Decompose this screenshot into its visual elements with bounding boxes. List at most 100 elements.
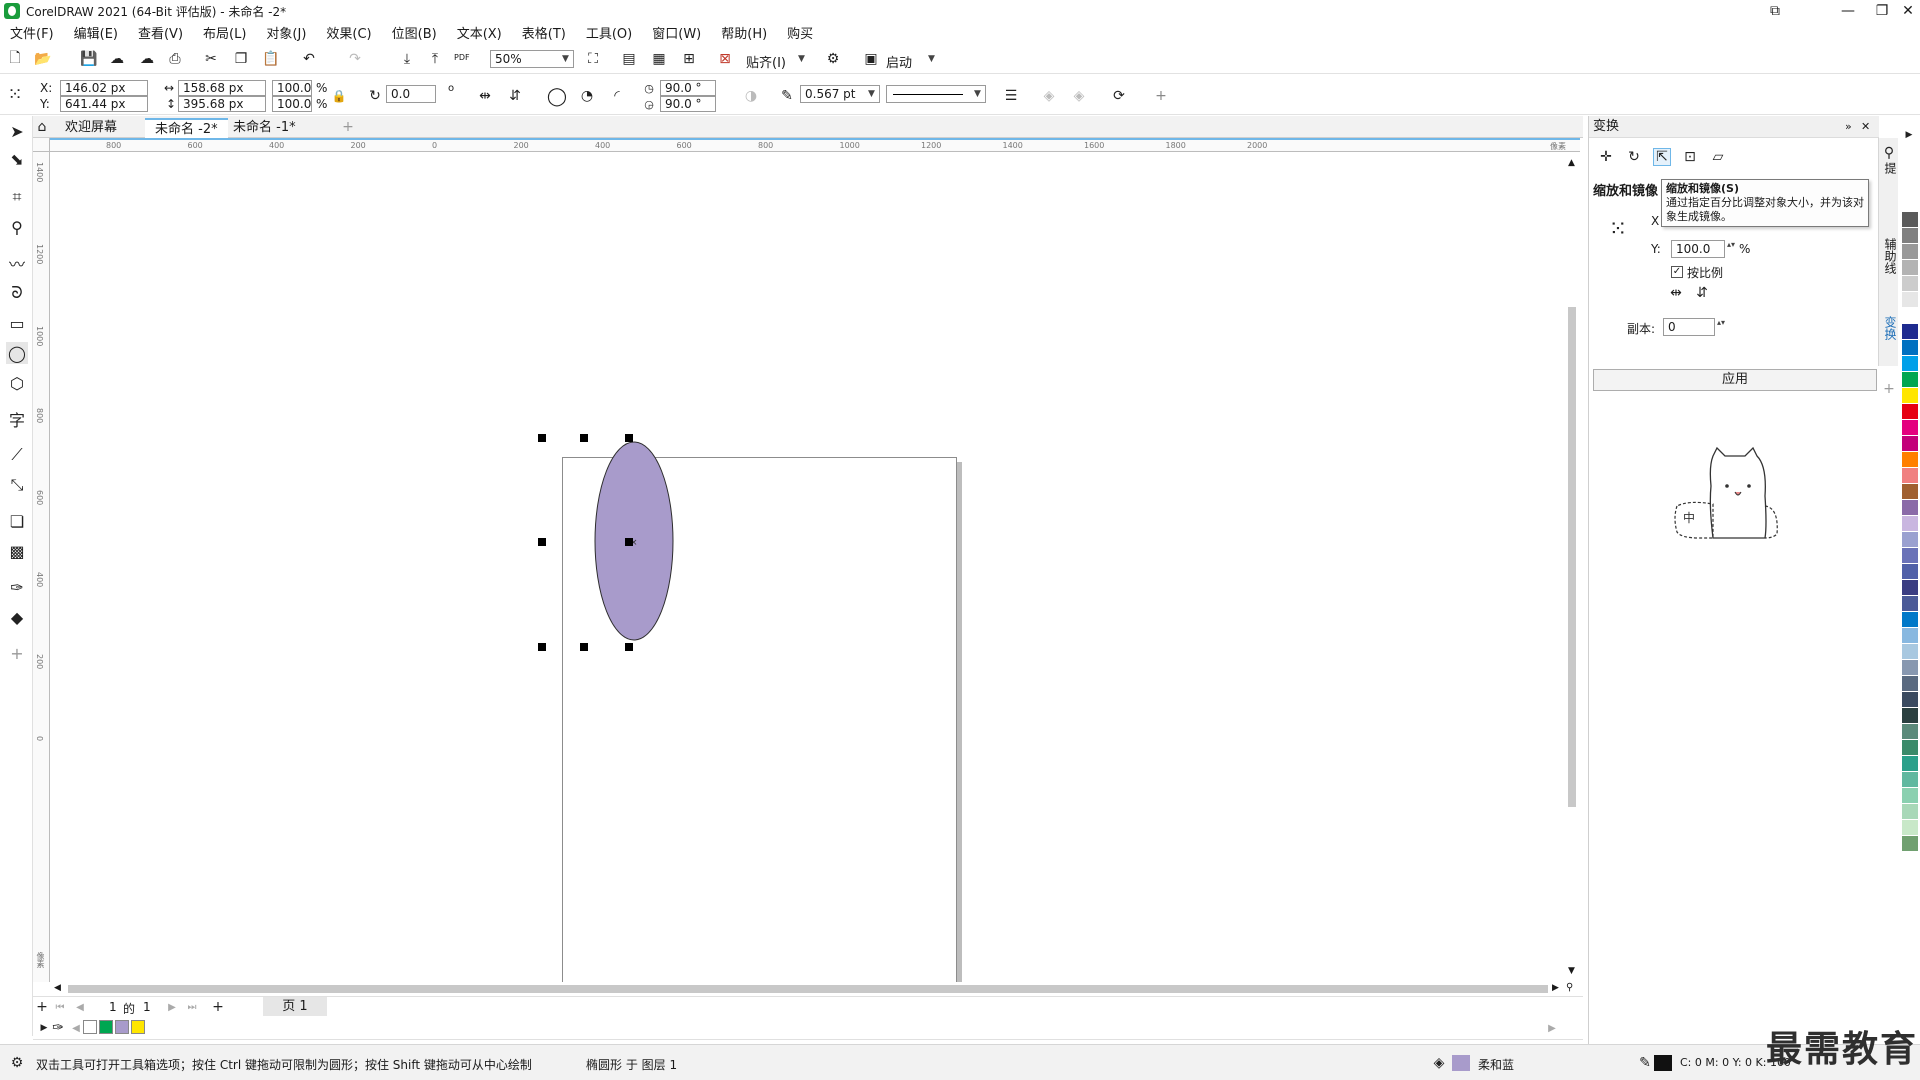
palette-swatch[interactable] xyxy=(1902,500,1918,516)
menu-effects[interactable]: 效果(C) xyxy=(326,23,371,42)
launch-dropdown-arrow-icon[interactable]: ▼ xyxy=(928,54,935,64)
palette-swatch[interactable] xyxy=(1902,452,1918,468)
scroll-right-icon[interactable]: ▶ xyxy=(1552,983,1559,993)
palette-swatch[interactable] xyxy=(1902,788,1918,804)
to-front-icon[interactable]: ◈ xyxy=(1040,87,1058,105)
add-page-before-icon[interactable]: + xyxy=(33,998,51,1016)
scroll-left-icon[interactable]: ◀ xyxy=(54,983,61,993)
object-origin-icon[interactable]: ⁙ xyxy=(6,84,24,105)
palette-swatch[interactable] xyxy=(1902,228,1918,244)
scale-y-input[interactable]: 100.0 xyxy=(1671,240,1725,258)
snap-to-label[interactable]: 贴齐(I) xyxy=(746,52,786,71)
palette-swatch[interactable] xyxy=(1902,628,1918,644)
show-rulers-icon[interactable]: ▤ xyxy=(620,50,638,68)
skew-transform-icon[interactable]: ▱ xyxy=(1709,148,1727,166)
freehand-tool-icon[interactable]: 〰 xyxy=(6,252,28,274)
horizontal-scrollbar[interactable]: ◀ ▶ ⚲ xyxy=(50,982,1580,996)
palette-scroll-right-icon[interactable]: ▶ xyxy=(1543,1019,1561,1037)
text-tool-icon[interactable]: 字 xyxy=(6,408,28,430)
rectangle-tool-icon[interactable]: ▭ xyxy=(6,312,28,334)
palette-swatch[interactable] xyxy=(1902,260,1918,276)
eyedropper-tool-icon[interactable]: ✑ xyxy=(6,576,28,598)
palette-swatch[interactable] xyxy=(1902,388,1918,404)
proportional-checkbox[interactable]: ✓ xyxy=(1671,266,1683,278)
palette-swatch[interactable] xyxy=(1902,404,1918,420)
horizontal-scroll-thumb[interactable] xyxy=(68,985,1548,993)
vertical-scrollbar[interactable]: ▲ ▼ xyxy=(1565,152,1579,982)
palette-swatch[interactable] xyxy=(1902,708,1918,724)
copies-spinner-icon[interactable]: ▴▾ xyxy=(1717,318,1725,327)
palette-swatch[interactable] xyxy=(1902,212,1918,228)
pie-shape-icon[interactable]: ◔ xyxy=(578,87,596,105)
palette-swatch[interactable] xyxy=(1902,820,1918,836)
tab-welcome-screen[interactable]: 欢迎屏幕 xyxy=(55,118,127,138)
drawing-canvas[interactable]: × xyxy=(50,153,1575,1015)
add-tool-icon[interactable]: + xyxy=(6,642,28,664)
redo-icon[interactable]: ↷ xyxy=(346,50,364,68)
line-style-select[interactable] xyxy=(886,85,986,103)
rotation-angle-input[interactable]: 0.0 xyxy=(386,85,436,103)
cloud-upload-icon[interactable]: ☁ xyxy=(138,50,156,68)
launch-label[interactable]: 启动 xyxy=(886,52,912,71)
transparency-tool-icon[interactable]: ▩ xyxy=(6,540,28,562)
close-button[interactable]: ✕ xyxy=(1888,0,1920,22)
handle-bottom-center[interactable] xyxy=(580,643,588,651)
cloud-download-icon[interactable]: ☁ xyxy=(108,50,126,68)
tab-untitled-2[interactable]: 未命名 -2* xyxy=(145,118,228,138)
snap-off-icon[interactable]: ⊠ xyxy=(716,50,734,68)
cut-icon[interactable]: ✂ xyxy=(202,50,220,68)
palette-swatch[interactable] xyxy=(1902,356,1918,372)
palette-swatch[interactable] xyxy=(1902,436,1918,452)
undo-icon[interactable]: ↶ xyxy=(300,50,318,68)
start-angle-input[interactable]: 90.0 ° xyxy=(660,80,716,96)
palette-swatch[interactable] xyxy=(1902,772,1918,788)
add-property-icon[interactable]: + xyxy=(1152,87,1170,105)
ellipse-tool-icon[interactable]: ◯ xyxy=(6,342,28,364)
menu-table[interactable]: 表格(T) xyxy=(522,23,566,42)
scale-y-input[interactable]: 100.0 xyxy=(272,96,312,112)
scroll-down-icon[interactable]: ▼ xyxy=(1568,966,1575,976)
line-style-arrow-icon[interactable]: ▼ xyxy=(974,89,981,99)
palette-swatch[interactable] xyxy=(1902,580,1918,596)
palette-swatch[interactable] xyxy=(1902,644,1918,660)
pdf-label[interactable]: PDF xyxy=(454,53,470,62)
palette-swatch[interactable] xyxy=(1902,324,1918,340)
palette-swatch[interactable] xyxy=(1902,804,1918,820)
handle-bottom-right[interactable] xyxy=(625,643,633,651)
full-screen-icon[interactable]: ⛶ xyxy=(584,50,602,68)
ruler-origin[interactable] xyxy=(33,138,50,152)
palette-swatch[interactable] xyxy=(1902,340,1918,356)
open-icon[interactable]: 📂 xyxy=(34,50,52,68)
wrap-text-icon[interactable]: ☰ xyxy=(1002,87,1020,105)
x-position-input[interactable]: 146.02 px xyxy=(60,80,148,96)
palette-swatch[interactable] xyxy=(1902,548,1918,564)
interactive-fill-icon[interactable]: ◆ xyxy=(6,606,28,628)
convert-to-curves-icon[interactable]: ⟳ xyxy=(1110,87,1128,105)
lock-ratio-icon[interactable]: 🔒 xyxy=(330,87,348,105)
scale-y-spinner-icon[interactable]: ▴▾ xyxy=(1727,240,1735,249)
copy-icon[interactable]: ❐ xyxy=(232,50,250,68)
launch-icon[interactable]: ▣ xyxy=(862,50,880,68)
docker-add-icon[interactable]: + xyxy=(1880,380,1898,398)
tab-untitled-1[interactable]: 未命名 -1* xyxy=(223,118,306,138)
horizontal-ruler[interactable]: 800 600 400 200 0 200 400 600 800 1000 1200 1400 160… xyxy=(50,138,1580,152)
docker-close-icon[interactable]: ✕ xyxy=(1861,116,1870,138)
handle-top-center[interactable] xyxy=(580,434,588,442)
mirror-horizontal-docker-icon[interactable]: ⇹ xyxy=(1667,284,1685,302)
show-grid-icon[interactable]: ▦ xyxy=(650,50,668,68)
menu-text[interactable]: 文本(X) xyxy=(457,23,502,42)
no-fill-swatch[interactable] xyxy=(83,1020,97,1034)
connector-tool-icon[interactable]: ⤡ xyxy=(6,474,28,496)
position-transform-icon[interactable]: ✛ xyxy=(1597,148,1615,166)
to-back-icon[interactable]: ◈ xyxy=(1070,87,1088,105)
help-window-icon[interactable]: ⧉ xyxy=(1755,0,1795,22)
copies-input[interactable]: 0 xyxy=(1663,318,1715,336)
next-page-icon[interactable]: ▶ xyxy=(163,998,181,1016)
last-page-icon[interactable]: ⏭ xyxy=(183,998,201,1016)
handle-top-left[interactable] xyxy=(538,434,546,442)
new-tab-icon[interactable]: + xyxy=(339,118,357,136)
palette-swatch[interactable] xyxy=(1902,740,1918,756)
menu-object[interactable]: 对象(J) xyxy=(266,23,306,42)
palette-swatch[interactable] xyxy=(1902,692,1918,708)
anchor-grid-icon[interactable]: ⁙ xyxy=(1601,212,1635,246)
